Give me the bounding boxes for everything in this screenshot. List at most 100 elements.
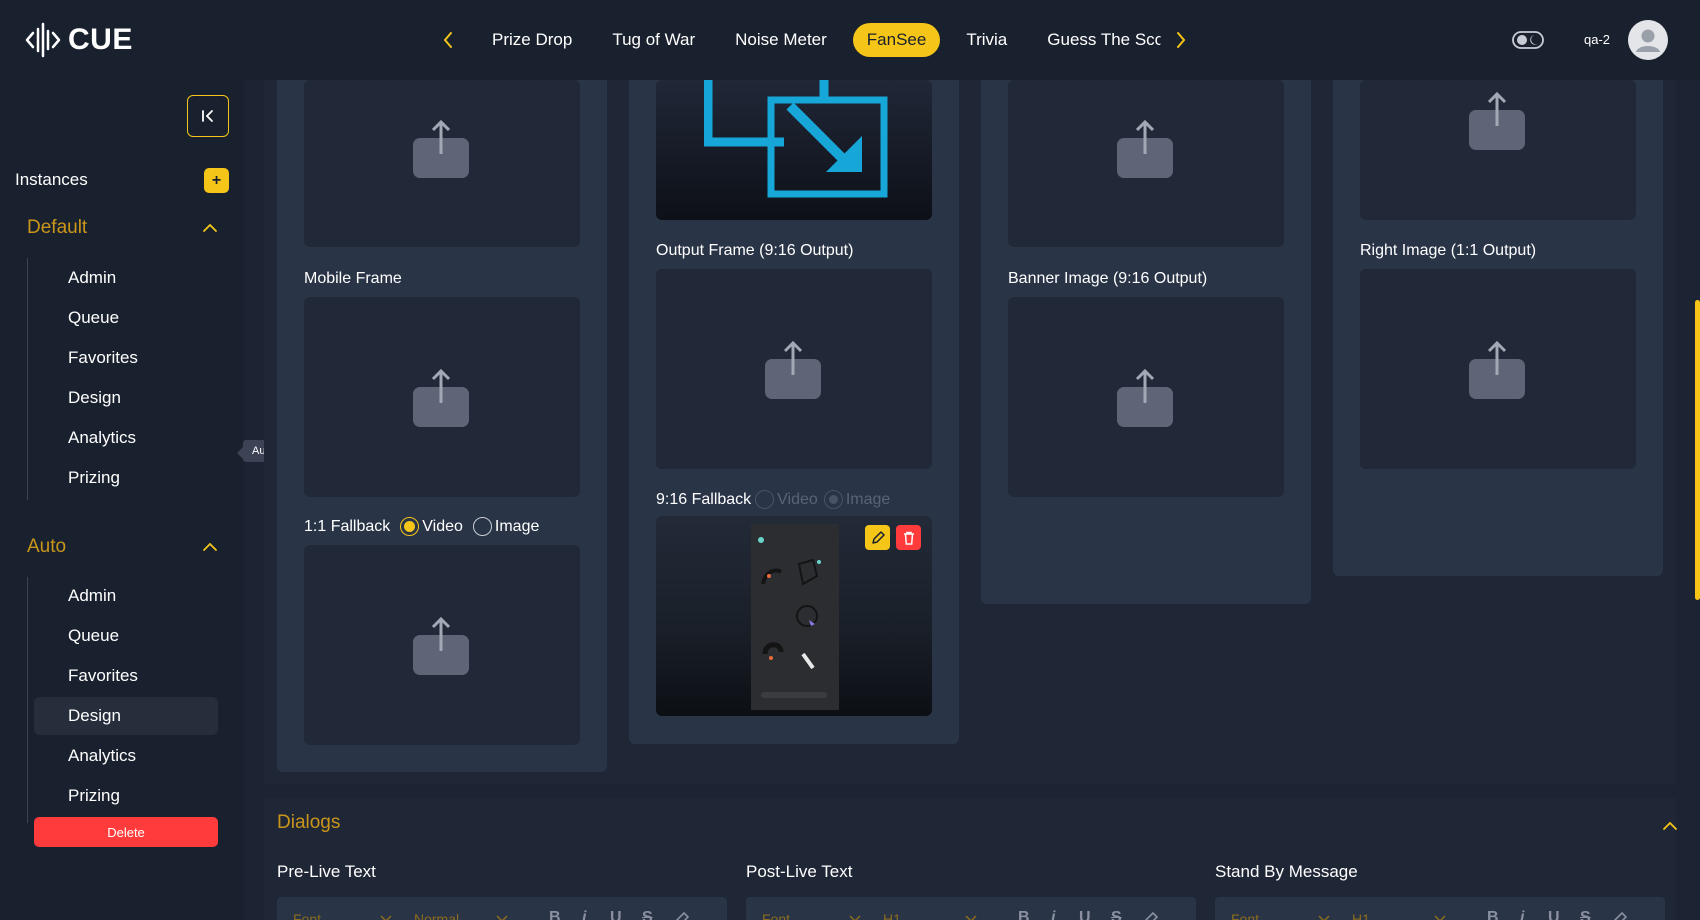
strike-button[interactable]: S (642, 909, 653, 920)
strike-button[interactable]: S (1111, 909, 1122, 920)
upload-icon (413, 616, 469, 675)
sidebar-item-default-analytics[interactable]: Analytics (34, 419, 218, 457)
fallback-1-1-video-radio[interactable]: Video (400, 517, 463, 536)
upload-icon (1117, 368, 1173, 427)
underline-button[interactable]: U (1548, 909, 1560, 920)
italic-button[interactable]: i (1520, 909, 1524, 920)
asset-column-3: Banner Image (9:16 Output) (981, 80, 1311, 604)
tabs-next-button[interactable] (1169, 28, 1193, 52)
dialogs-section: Dialogs Pre-Live Text Post-Live Text Sta… (264, 798, 1677, 920)
chevron-up-icon[interactable] (200, 537, 220, 557)
fallback-9-16-video-radio[interactable]: Video (755, 490, 818, 509)
fallback-1-1-dropzone[interactable] (304, 545, 580, 745)
sidebar-item-auto-admin[interactable]: Admin (34, 577, 218, 615)
tabs-prev-button[interactable] (436, 28, 460, 52)
clear-format-icon[interactable] (675, 911, 691, 920)
right-image-label: Right Image (1:1 Output) (1360, 242, 1537, 259)
output-frame-dropzone[interactable] (656, 269, 932, 469)
italic-button[interactable]: i (582, 909, 586, 920)
delete-instance-button[interactable]: Delete (34, 817, 218, 847)
bold-button[interactable]: B (1487, 909, 1499, 920)
font-select[interactable]: Font (293, 911, 321, 920)
upload-dropzone[interactable] (304, 80, 580, 247)
asset-column-2: Output Frame (9:16 Output) 9:16 Fallback… (629, 80, 959, 744)
collapse-sidebar-button[interactable] (187, 95, 229, 137)
upload-icon (1117, 119, 1173, 178)
tab-tug-of-war[interactable]: Tug of War (598, 23, 709, 57)
page-scrollbar[interactable] (1695, 300, 1700, 600)
chevron-up-icon[interactable] (200, 218, 220, 238)
bold-button[interactable]: B (1018, 909, 1030, 920)
font-select[interactable]: Font (1231, 911, 1259, 920)
fallback-9-16-label: 9:16 Fallback (656, 490, 752, 508)
brand-name: CUE (68, 23, 133, 56)
group-default-title[interactable]: Default (27, 217, 87, 239)
chevron-left-icon (443, 32, 452, 48)
fallback-1-1-label: 1:1 Fallback (304, 517, 391, 535)
pencil-icon (871, 530, 885, 544)
sidebar-item-default-prizing[interactable]: Prizing (34, 459, 218, 497)
upload-dropzone[interactable] (1360, 80, 1636, 220)
add-instance-button[interactable]: + (204, 168, 229, 193)
sidebar-item-auto-prizing[interactable]: Prizing (34, 777, 218, 815)
fallback-9-16-image-radio[interactable]: Image (823, 490, 890, 509)
chevron-down-icon (380, 915, 392, 920)
post-live-text-toolbar: Font H1 B i U S (746, 897, 1196, 920)
delete-media-button[interactable] (896, 525, 921, 550)
sidebar-item-default-favorites[interactable]: Favorites (34, 339, 218, 377)
design-assets-section: Mobile Frame 1:1 Fallback Video Image Ou… (264, 80, 1676, 784)
sidebar: Instances + Default Admin Queue Favorite… (0, 80, 244, 920)
right-image-dropzone[interactable] (1360, 269, 1636, 469)
upload-icon (413, 368, 469, 427)
sidebar-item-auto-design[interactable]: Design (34, 697, 218, 735)
font-select[interactable]: Font (762, 911, 790, 920)
stand-by-message-toolbar: Font H1 B i U S (1215, 897, 1665, 920)
collapse-left-icon (202, 110, 213, 122)
upload-dropzone[interactable] (1008, 80, 1284, 247)
underline-button[interactable]: U (610, 909, 622, 920)
sidebar-item-default-design[interactable]: Design (34, 379, 218, 417)
stand-by-message-label: Stand By Message (1215, 862, 1358, 881)
upload-icon (1469, 91, 1525, 150)
strike-button[interactable]: S (1580, 909, 1591, 920)
phone-screenshot-image (751, 524, 839, 710)
output-frame-preview[interactable] (656, 80, 932, 220)
clear-format-icon[interactable] (1613, 911, 1629, 920)
user-avatar[interactable] (1628, 20, 1668, 60)
pre-live-text-toolbar: Font Normal B i U S (277, 897, 727, 920)
instances-label: Instances (15, 170, 88, 189)
tab-noise-meter[interactable]: Noise Meter (721, 23, 841, 57)
sidebar-item-auto-analytics[interactable]: Analytics (34, 737, 218, 775)
underline-button[interactable]: U (1079, 909, 1091, 920)
asset-column-1: Mobile Frame 1:1 Fallback Video Image (277, 80, 607, 772)
sidebar-item-auto-queue[interactable]: Queue (34, 617, 218, 655)
chevron-up-icon[interactable] (1660, 816, 1680, 836)
clear-format-icon[interactable] (1144, 911, 1160, 920)
size-select[interactable]: H1 (1352, 911, 1370, 920)
italic-button[interactable]: i (1051, 909, 1055, 920)
dialogs-title[interactable]: Dialogs (277, 812, 340, 834)
username: qa-2 (1584, 32, 1611, 47)
mobile-frame-dropzone[interactable] (304, 297, 580, 497)
brand-logo[interactable]: CUE (24, 20, 133, 60)
bold-button[interactable]: B (549, 909, 561, 920)
fallback-1-1-row: 1:1 Fallback Video Image (304, 517, 539, 536)
sidebar-item-default-admin[interactable]: Admin (34, 259, 218, 297)
group-default-line (27, 258, 28, 500)
tab-prize-drop[interactable]: Prize Drop (478, 23, 586, 57)
banner-image-dropzone[interactable] (1008, 297, 1284, 497)
tab-trivia[interactable]: Trivia (952, 23, 1021, 57)
size-select[interactable]: Normal (414, 911, 459, 920)
fallback-1-1-image-radio[interactable]: Image (472, 517, 539, 536)
pre-live-text-label: Pre-Live Text (277, 862, 376, 881)
theme-toggle-icon[interactable] (1512, 30, 1544, 50)
tab-fansee[interactable]: FanSee (852, 23, 941, 57)
chevron-down-icon (965, 915, 977, 920)
group-auto-title[interactable]: Auto (27, 536, 66, 558)
tab-guess-the-score[interactable]: Guess The Score (1033, 23, 1161, 57)
sidebar-item-auto-favorites[interactable]: Favorites (34, 657, 218, 695)
edit-media-button[interactable] (865, 525, 890, 550)
size-select[interactable]: H1 (883, 911, 901, 920)
sidebar-item-default-queue[interactable]: Queue (34, 299, 218, 337)
fallback-9-16-preview[interactable] (656, 516, 932, 716)
